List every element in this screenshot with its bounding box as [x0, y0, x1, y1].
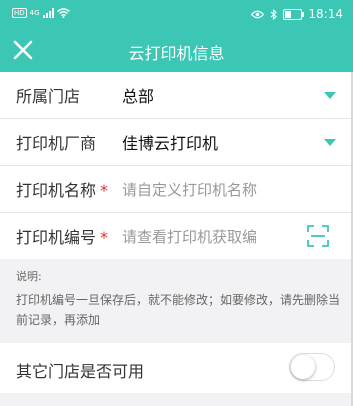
printer-name-label-text: 打印机名称: [16, 181, 97, 200]
note-title: 说明:: [16, 270, 42, 283]
page-title: 云打印机信息: [128, 44, 225, 63]
store-label: 所属门店: [16, 87, 81, 106]
printer-name-label: 打印机名称 *: [16, 177, 108, 201]
status-bar: HD 4G 18:14: [0, 0, 353, 29]
printer-code-label-text: 打印机编号: [16, 228, 97, 247]
clock: 18:14: [308, 7, 343, 21]
required-mark: *: [100, 181, 109, 200]
vendor-select[interactable]: 打印机厂商 佳博云打印机: [0, 119, 353, 166]
other-stores-toggle[interactable]: [289, 353, 335, 381]
eye-icon: [251, 10, 265, 18]
printer-code-field[interactable]: 打印机编号 * 请查看打印机获取编: [0, 213, 353, 259]
battery-icon: [283, 8, 305, 20]
wifi-icon: [56, 8, 70, 18]
toggle-knob: [291, 355, 315, 379]
battery-fill: [285, 10, 292, 18]
printer-name-field[interactable]: 打印机名称 * 请自定义打印机名称: [0, 166, 353, 213]
signal-icon: [42, 8, 54, 18]
status-left: HD 4G: [12, 8, 70, 18]
vendor-value: 佳博云打印机: [122, 134, 219, 153]
required-mark: *: [100, 228, 109, 247]
network-type: 4G: [29, 9, 40, 17]
hd-badge: HD: [12, 8, 27, 18]
other-stores-row: 其它门店是否可用: [0, 343, 353, 393]
printer-form: 所属门店 总部 打印机厂商 佳博云打印机 打印机名称 * 请自定义打印机名称 打印…: [0, 72, 353, 259]
bluetooth-icon: [271, 8, 278, 20]
vendor-dropdown-arrow-icon[interactable]: [324, 139, 336, 146]
note-section: 说明: 打印机编号一旦保存后，就不能修改；如要修改，请先删除当前记录，再添加: [0, 258, 353, 338]
other-stores-label: 其它门店是否可用: [16, 362, 145, 381]
printer-code-input[interactable]: 请查看打印机获取编: [122, 226, 272, 247]
printer-code-label: 打印机编号 *: [16, 224, 108, 248]
note-text: 打印机编号一旦保存后，就不能修改；如要修改，请先删除当前记录，再添加: [16, 293, 341, 327]
printer-name-input[interactable]: 请自定义打印机名称: [122, 179, 272, 200]
status-right: 18:14: [251, 7, 343, 21]
store-value: 总部: [122, 87, 155, 106]
scan-icon[interactable]: [306, 224, 330, 248]
vendor-label: 打印机厂商: [16, 134, 97, 153]
title-bar: 云打印机信息: [0, 29, 353, 72]
store-dropdown-arrow-icon[interactable]: [324, 92, 336, 99]
store-select[interactable]: 所属门店 总部: [0, 72, 353, 119]
